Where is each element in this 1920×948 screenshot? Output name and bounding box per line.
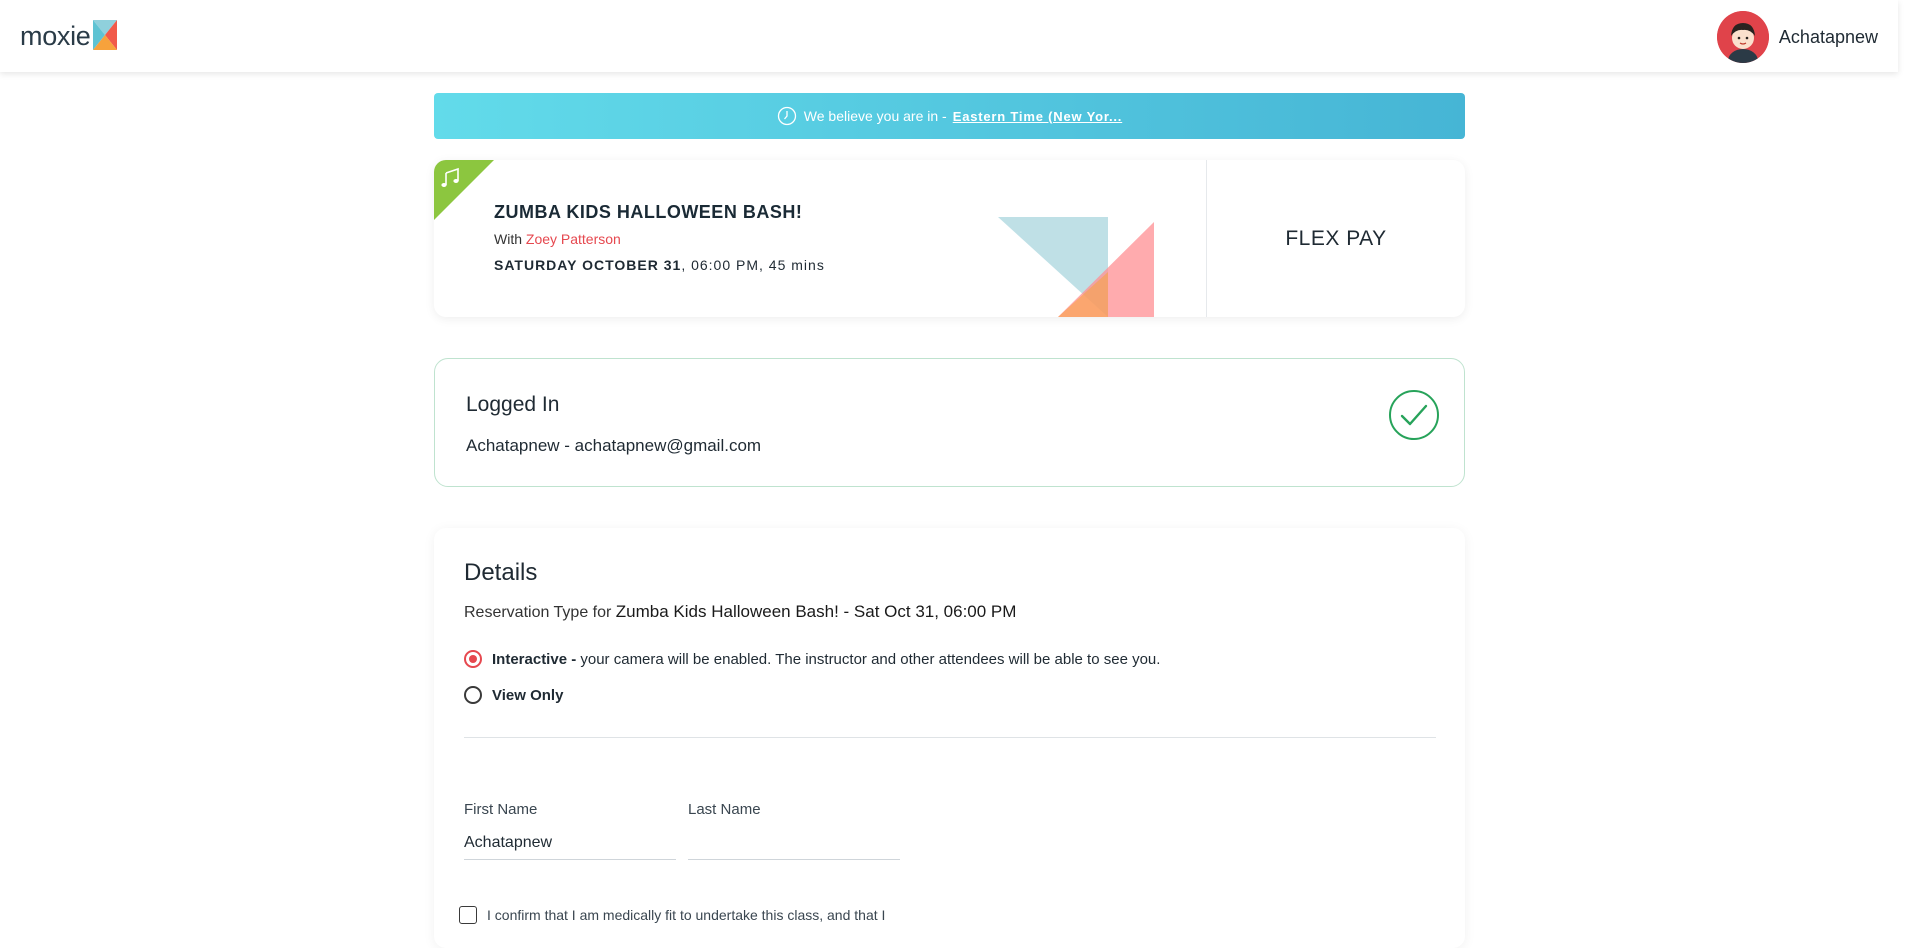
logo-text: moxie <box>20 21 91 51</box>
logged-in-title: Logged In <box>466 393 560 416</box>
medical-confirm-checkbox[interactable] <box>459 906 477 924</box>
clock-icon <box>777 106 797 126</box>
reservation-option-view-only[interactable]: View Only <box>464 686 563 704</box>
class-instructor-line: With Zoey Patterson <box>494 231 621 247</box>
with-prefix: With <box>494 231 522 247</box>
decorative-shapes-graphic <box>998 217 1158 317</box>
moxie-logo[interactable]: moxie <box>20 18 117 55</box>
first-name-field: First Name <box>464 801 676 860</box>
timezone-prefix: We believe you are in - <box>803 108 947 124</box>
class-time-duration: , 06:00 PM, 45 mins <box>681 257 825 273</box>
logged-in-card: Logged In Achatapnew - achatapnew@gmail.… <box>434 358 1465 487</box>
medical-confirm-text: I confirm that I am medically fit to und… <box>487 907 886 923</box>
last-name-input[interactable] <box>688 827 900 860</box>
class-schedule: SATURDAY OCTOBER 31, 06:00 PM, 45 mins <box>494 257 825 273</box>
instructor-link[interactable]: Zoey Patterson <box>526 231 621 247</box>
timezone-banner: We believe you are in - Eastern Time (Ne… <box>434 93 1465 139</box>
class-summary-card: ZUMBA KIDS HALLOWEEN BASH! With Zoey Pat… <box>434 160 1465 317</box>
logged-in-user-info: Achatapnew - achatapnew@gmail.com <box>466 436 762 455</box>
interactive-description: your camera will be enabled. The instruc… <box>580 650 1161 668</box>
reservation-type-prefix: Reservation Type for <box>464 604 612 621</box>
timezone-link[interactable]: Eastern Time (New Yor... <box>953 109 1122 124</box>
flex-pay-label: FLEX PAY <box>1285 226 1387 250</box>
view-only-label: View Only <box>492 686 564 704</box>
details-title: Details <box>464 559 538 586</box>
music-category-ribbon <box>434 160 494 220</box>
check-circle-icon <box>1388 389 1440 446</box>
user-avatar[interactable] <box>1716 11 1769 63</box>
medical-confirmation: I confirm that I am medically fit to und… <box>459 906 907 928</box>
moxie-logo-mark-icon <box>91 20 117 55</box>
user-menu[interactable]: Achatapnew <box>1716 11 1878 63</box>
interactive-radio[interactable] <box>464 650 482 668</box>
first-name-label: First Name <box>464 801 538 818</box>
last-name-label: Last Name <box>688 801 761 818</box>
interactive-label: Interactive - <box>492 650 577 668</box>
details-divider <box>464 737 1436 738</box>
reservation-option-interactive[interactable]: Interactive - your camera will be enable… <box>464 650 1160 668</box>
class-date: SATURDAY OCTOBER 31 <box>494 257 682 273</box>
class-title: ZUMBA KIDS HALLOWEEN BASH! <box>494 202 803 222</box>
top-navigation-bar: moxie Achatapnew <box>0 0 1898 72</box>
view-only-radio[interactable] <box>464 686 482 704</box>
reservation-type-line: Reservation Type for Zumba Kids Hallowee… <box>464 602 1016 622</box>
last-name-field: Last Name <box>688 801 900 860</box>
details-card: Details Reservation Type for Zumba Kids … <box>434 528 1465 948</box>
user-name[interactable]: Achatapnew <box>1779 27 1878 48</box>
first-name-input[interactable] <box>464 827 676 860</box>
reservation-class-name: Zumba Kids Halloween Bash! - Sat Oct 31,… <box>615 602 1017 621</box>
